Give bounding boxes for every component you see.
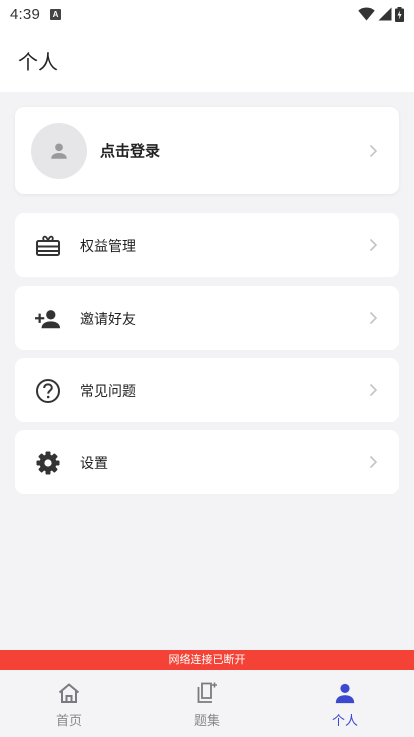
nav-icon-wrap bbox=[332, 680, 358, 706]
menu-label: 邀请好友 bbox=[80, 312, 136, 328]
gift-card-icon bbox=[36, 235, 60, 256]
menu-icon-wrap bbox=[35, 378, 61, 404]
status-bar: 4:39 A bbox=[0, 0, 414, 28]
status-left: 4:39 A bbox=[10, 6, 61, 23]
bottom-nav: 首页 题集 个人 bbox=[0, 670, 414, 737]
chevron-right-icon bbox=[369, 455, 378, 469]
nav-item-home[interactable]: 首页 bbox=[0, 670, 138, 737]
home-icon bbox=[58, 683, 80, 703]
menu-label: 设置 bbox=[80, 456, 108, 472]
status-right bbox=[358, 6, 404, 22]
chevron-right-icon bbox=[369, 238, 378, 252]
menu-icon-wrap bbox=[35, 450, 61, 476]
page-header: 个人 bbox=[0, 28, 414, 92]
battery-icon bbox=[395, 6, 404, 22]
person-icon bbox=[51, 143, 67, 159]
chevron-right-icon bbox=[369, 383, 378, 397]
nav-item-profile[interactable]: 个人 bbox=[276, 670, 414, 737]
avatar bbox=[31, 123, 87, 179]
menu-label: 常见问题 bbox=[80, 384, 136, 400]
menu-item-benefits[interactable]: 权益管理 bbox=[15, 213, 399, 277]
chevron-right-icon bbox=[369, 311, 378, 325]
status-time: 4:39 bbox=[10, 5, 40, 23]
gear-icon bbox=[36, 451, 60, 475]
menu-label: 权益管理 bbox=[80, 239, 136, 255]
menu-icon-wrap bbox=[35, 233, 61, 259]
login-label: 点击登录 bbox=[100, 142, 161, 160]
person-icon bbox=[335, 683, 355, 704]
menu-icon-wrap bbox=[35, 306, 61, 332]
notification-icon: A bbox=[50, 8, 61, 20]
person-add-icon bbox=[35, 310, 61, 329]
nav-label: 个人 bbox=[331, 714, 358, 729]
chevron-right-icon bbox=[369, 144, 378, 158]
question-set-icon bbox=[197, 682, 217, 703]
signal-icon bbox=[378, 7, 392, 21]
nav-icon-wrap bbox=[194, 680, 220, 706]
nav-item-question-set[interactable]: 题集 bbox=[138, 670, 276, 737]
menu-item-settings[interactable]: 设置 bbox=[15, 430, 399, 494]
nav-icon-wrap bbox=[56, 680, 82, 706]
login-card[interactable]: 点击登录 bbox=[15, 107, 399, 194]
menu-item-invite-friends[interactable]: 邀请好友 bbox=[15, 286, 399, 350]
help-circle-icon bbox=[36, 379, 60, 403]
offline-banner: 网络连接已断开 bbox=[0, 650, 414, 670]
page-title: 个人 bbox=[18, 50, 58, 74]
wifi-icon bbox=[358, 7, 375, 21]
nav-label: 题集 bbox=[193, 714, 220, 729]
menu-item-faq[interactable]: 常见问题 bbox=[15, 358, 399, 422]
nav-label: 首页 bbox=[55, 714, 82, 729]
